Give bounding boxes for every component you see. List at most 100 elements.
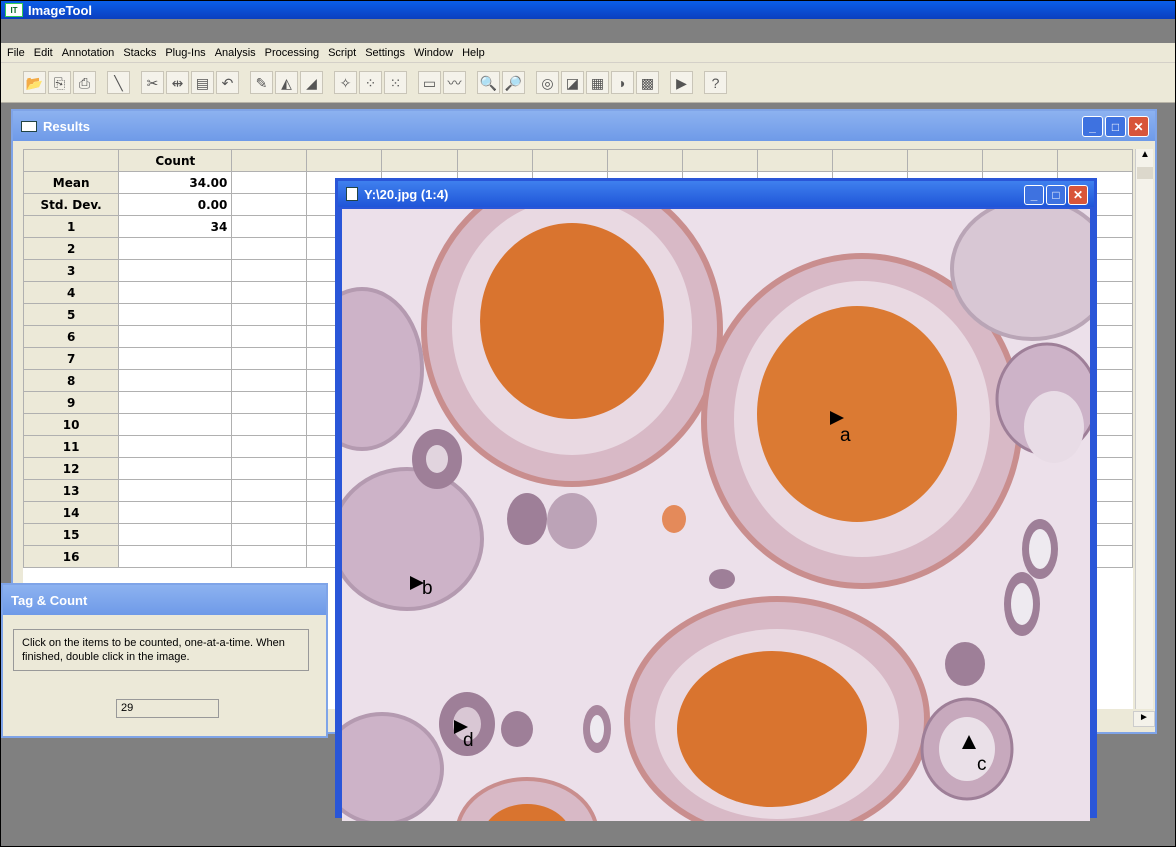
empty-cell[interactable]	[231, 413, 308, 436]
filter-button[interactable]: ▩	[636, 71, 659, 94]
tag-count-title-bar[interactable]: Tag & Count	[3, 585, 326, 615]
empty-cell[interactable]	[231, 325, 308, 348]
count-cell[interactable]	[118, 545, 233, 568]
copy-button[interactable]: ⎘	[48, 71, 71, 94]
empty-cell[interactable]	[231, 523, 308, 546]
column-header-empty[interactable]	[906, 149, 983, 172]
vertical-scrollbar[interactable]: ▲	[1135, 149, 1153, 709]
measure-button[interactable]: ⇹	[166, 71, 189, 94]
count-cell[interactable]	[118, 413, 233, 436]
column-header-empty[interactable]	[681, 149, 758, 172]
menu-plug-ins[interactable]: Plug-Ins	[165, 47, 205, 59]
count-cell[interactable]	[118, 303, 233, 326]
threshold-button[interactable]: ◎	[536, 71, 559, 94]
profile-button[interactable]: 〰	[443, 71, 466, 94]
cut-button[interactable]: ✂	[141, 71, 164, 94]
empty-cell[interactable]	[231, 215, 308, 238]
count-cell[interactable]	[118, 391, 233, 414]
row-header[interactable]: 9	[23, 391, 120, 414]
empty-cell[interactable]	[231, 369, 308, 392]
count-cell[interactable]	[118, 237, 233, 260]
menu-settings[interactable]: Settings	[365, 47, 405, 59]
count-cell[interactable]	[118, 325, 233, 348]
menu-file[interactable]: File	[7, 47, 25, 59]
row-header[interactable]: 16	[23, 545, 120, 568]
histogram-button[interactable]: ▭	[418, 71, 441, 94]
empty-cell[interactable]	[231, 237, 308, 260]
row-header[interactable]: 13	[23, 479, 120, 502]
row-header[interactable]: 8	[23, 369, 120, 392]
row-header[interactable]: 12	[23, 457, 120, 480]
count-cell[interactable]	[118, 259, 233, 282]
column-header-empty[interactable]	[1056, 149, 1133, 172]
column-header-empty[interactable]	[456, 149, 533, 172]
close-button[interactable]: ✕	[1128, 116, 1149, 137]
menu-window[interactable]: Window	[414, 47, 453, 59]
column-header-count[interactable]: Count	[118, 149, 233, 172]
empty-cell[interactable]	[231, 259, 308, 282]
empty-cell[interactable]	[231, 193, 308, 216]
column-header-empty[interactable]	[831, 149, 908, 172]
column-header-empty[interactable]	[231, 149, 308, 172]
column-header-empty[interactable]	[756, 149, 833, 172]
empty-cell[interactable]	[231, 545, 308, 568]
maximize-button[interactable]: □	[1046, 185, 1066, 205]
row-header[interactable]: 3	[23, 259, 120, 282]
gradient-button[interactable]: ◪	[561, 71, 584, 94]
menu-stacks[interactable]: Stacks	[123, 47, 156, 59]
maximize-button[interactable]: □	[1105, 116, 1126, 137]
zoom-out-button[interactable]: 🔎	[502, 71, 525, 94]
noise-button[interactable]: ⁘	[359, 71, 382, 94]
empty-cell[interactable]	[231, 347, 308, 370]
micrograph-canvas[interactable]: a b c d	[342, 209, 1090, 821]
row-header[interactable]: 6	[23, 325, 120, 348]
undo-button[interactable]: ↶	[216, 71, 239, 94]
calculator-button[interactable]: ▦	[586, 71, 609, 94]
empty-cell[interactable]	[231, 171, 308, 194]
minimize-button[interactable]: _	[1082, 116, 1103, 137]
row-header[interactable]: 1	[23, 215, 120, 238]
angle-button[interactable]: ◢	[300, 71, 323, 94]
column-header-empty[interactable]	[606, 149, 683, 172]
open-file-button[interactable]: 📂	[23, 71, 46, 94]
help-button[interactable]: ?	[704, 71, 727, 94]
empty-cell[interactable]	[231, 435, 308, 458]
scroll-thumb[interactable]	[1137, 167, 1153, 179]
mask-button[interactable]: ◗	[611, 71, 634, 94]
sparkle-button[interactable]: ✧	[334, 71, 357, 94]
menu-processing[interactable]: Processing	[265, 47, 319, 59]
count-cell[interactable]	[118, 281, 233, 304]
table-corner[interactable]	[23, 149, 120, 172]
row-header[interactable]: 15	[23, 523, 120, 546]
empty-cell[interactable]	[231, 391, 308, 414]
empty-cell[interactable]	[231, 479, 308, 502]
count-cell[interactable]	[118, 523, 233, 546]
empty-cell[interactable]	[231, 501, 308, 524]
menu-help[interactable]: Help	[462, 47, 485, 59]
zoom-in-button[interactable]: 🔍	[477, 71, 500, 94]
empty-cell[interactable]	[231, 457, 308, 480]
column-header-empty[interactable]	[981, 149, 1058, 172]
menu-edit[interactable]: Edit	[34, 47, 53, 59]
pencil-button[interactable]: ✎	[250, 71, 273, 94]
count-cell[interactable]: 34	[118, 215, 233, 238]
image-title-bar[interactable]: Y:\20.jpg (1:4) _ □ ✕	[338, 181, 1094, 207]
count-cell[interactable]	[118, 435, 233, 458]
play-button[interactable]: ▶	[670, 71, 693, 94]
tag-count-field[interactable]: 29	[116, 699, 219, 718]
count-cell[interactable]: 34.00	[118, 171, 233, 194]
scroll-right-icon[interactable]: ►	[1133, 711, 1155, 727]
column-header-empty[interactable]	[306, 149, 383, 172]
count-cell[interactable]	[118, 347, 233, 370]
count-cell[interactable]	[118, 369, 233, 392]
brush-button[interactable]: ◭	[275, 71, 298, 94]
count-cell[interactable]	[118, 501, 233, 524]
row-header[interactable]: 5	[23, 303, 120, 326]
results-title-bar[interactable]: Results _ □ ✕	[13, 111, 1155, 141]
line-tool-button[interactable]: ╲	[107, 71, 130, 94]
column-header-empty[interactable]	[531, 149, 608, 172]
row-header[interactable]: 4	[23, 281, 120, 304]
count-cell[interactable]	[118, 457, 233, 480]
menu-annotation[interactable]: Annotation	[62, 47, 115, 59]
column-header-empty[interactable]	[381, 149, 458, 172]
